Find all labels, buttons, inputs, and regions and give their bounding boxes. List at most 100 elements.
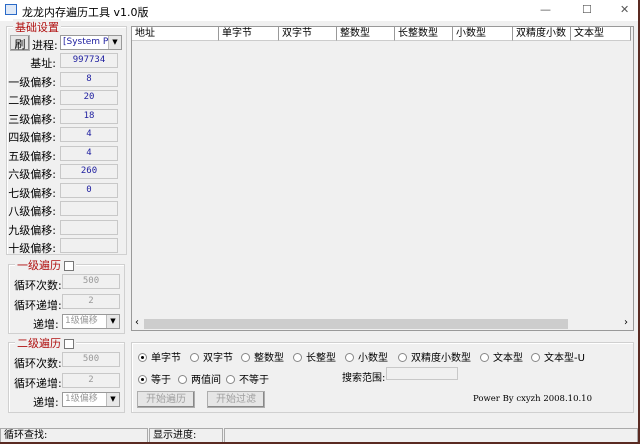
type-label: 双精度小数型	[411, 353, 471, 364]
status-loop-find: 循环查找:	[0, 428, 148, 442]
column-header[interactable]: 长整数型	[395, 27, 453, 41]
offset-label: 十级偏移:	[8, 242, 56, 255]
title-bar: 龙龙内存遍历工具 v1.0版 — ☐ ✕	[0, 0, 638, 21]
loop2-label: 二级遍历	[17, 337, 61, 350]
radio-icon	[480, 353, 489, 362]
status-progress: 显示进度:	[149, 428, 223, 442]
type-radio[interactable]: 文本型	[480, 349, 523, 364]
radio-icon	[345, 353, 354, 362]
process-value: [System Pr.	[63, 37, 114, 47]
mode-radio[interactable]: 等于	[138, 371, 171, 386]
offset-field[interactable]: 0	[60, 182, 118, 198]
type-label: 文本型-U	[544, 353, 585, 364]
radio-icon	[190, 353, 199, 362]
radio-icon	[398, 353, 407, 362]
offset-field[interactable]: 18	[60, 108, 118, 124]
results-list[interactable]: 地址 单字节 双字节 整数型 长整数型 小数型 双精度小数 文本型 ‹ ›	[131, 26, 634, 331]
loop1-count-label: 循环次数:	[14, 279, 62, 292]
minimize-button[interactable]: —	[540, 3, 551, 16]
column-header[interactable]: 小数型	[453, 27, 513, 41]
offset-field[interactable]	[60, 238, 118, 253]
offset-field[interactable]: 8	[60, 71, 118, 87]
process-label: 进程:	[32, 39, 58, 52]
offset-label: 四级偏移:	[8, 131, 56, 144]
offset-field[interactable]: 4	[60, 127, 118, 142]
type-label: 长整型	[306, 353, 336, 364]
main-window: 龙龙内存遍历工具 v1.0版 — ☐ ✕ 基础设置 刷 进程: [System …	[0, 0, 638, 442]
loop2-inc-field[interactable]: 2	[62, 373, 120, 388]
start-filter-button[interactable]: 开始过滤	[207, 391, 265, 408]
offset-field[interactable]: 260	[60, 164, 118, 179]
type-label: 单字节	[151, 353, 181, 364]
column-header[interactable]: 地址	[132, 27, 219, 41]
loop1-inc-label: 循环递增:	[14, 299, 62, 312]
loop2-count-field[interactable]: 500	[62, 352, 120, 367]
offset-field[interactable]: 997734	[60, 53, 118, 68]
refresh-button[interactable]: 刷	[10, 35, 30, 51]
radio-icon	[293, 353, 302, 362]
offset-field[interactable]: 20	[60, 90, 118, 105]
scrollbar-thumb[interactable]	[144, 319, 568, 329]
window-title: 龙龙内存遍历工具 v1.0版	[22, 6, 149, 19]
start-traverse-button[interactable]: 开始遍历	[137, 391, 195, 408]
offset-label: 基址:	[30, 57, 56, 70]
mode-label: 不等于	[239, 375, 269, 386]
radio-icon	[226, 375, 235, 384]
offset-label: 五级偏移:	[8, 149, 56, 163]
loop1-count-field[interactable]: 500	[62, 274, 120, 289]
offset-field[interactable]	[60, 201, 118, 216]
loop1-step-value: 1级偏移	[65, 316, 98, 326]
column-header[interactable]: 整数型	[337, 27, 395, 41]
loop1-step-select[interactable]: 1级偏移 ▼	[62, 314, 120, 329]
offset-label: 八级偏移:	[8, 205, 56, 218]
search-range-input[interactable]	[386, 367, 458, 380]
loop2-step-label: 递增:	[33, 396, 59, 409]
column-header[interactable]: 双字节	[279, 27, 337, 41]
column-header[interactable]: 文本型	[571, 27, 631, 41]
credit-text: Power By cxyzh 2008.10.10	[473, 394, 592, 404]
offset-label: 七级偏移:	[8, 186, 56, 200]
offset-field[interactable]: 4	[60, 145, 118, 161]
type-label: 文本型	[493, 353, 523, 364]
mode-label: 等于	[151, 375, 171, 386]
type-radio[interactable]: 整数型	[241, 349, 284, 364]
radio-icon	[241, 353, 250, 362]
process-select[interactable]: [System Pr. ▼	[60, 35, 122, 50]
radio-icon	[138, 375, 147, 384]
type-radio[interactable]: 双字节	[190, 349, 233, 364]
horizontal-scrollbar[interactable]: ‹ ›	[132, 317, 633, 330]
loop2-count-label: 循环次数:	[14, 357, 62, 370]
type-radio[interactable]: 文本型-U	[531, 349, 585, 364]
mode-radio[interactable]: 不等于	[226, 371, 269, 386]
offset-label: 六级偏移:	[8, 168, 56, 181]
column-header[interactable]: 单字节	[219, 27, 279, 41]
type-radio[interactable]: 单字节	[138, 349, 181, 364]
chevron-down-icon: ▼	[106, 393, 119, 406]
type-label: 小数型	[358, 353, 388, 364]
loop2-step-select[interactable]: 1级偏移 ▼	[62, 392, 120, 407]
type-radio[interactable]: 长整型	[293, 349, 336, 364]
column-header[interactable]: 双精度小数	[513, 27, 571, 41]
loop2-inc-label: 循环递增:	[14, 377, 62, 390]
scroll-right-icon[interactable]: ›	[624, 317, 628, 328]
offset-field[interactable]	[60, 219, 118, 235]
offset-label: 二级偏移:	[8, 94, 56, 107]
offset-label: 三级偏移:	[8, 112, 56, 126]
type-label: 双字节	[203, 353, 233, 364]
mode-radio[interactable]: 两值间	[178, 371, 221, 386]
radio-icon	[138, 353, 147, 362]
close-button[interactable]: ✕	[620, 3, 629, 16]
type-radio[interactable]: 双精度小数型	[398, 349, 471, 364]
radio-icon	[178, 375, 187, 384]
loop1-label: 一级遍历	[17, 259, 61, 272]
offset-label: 一级偏移:	[8, 75, 56, 89]
offset-label: 九级偏移:	[8, 223, 56, 237]
search-range-label: 搜索范围:	[342, 373, 386, 384]
loop2-checkbox[interactable]	[64, 339, 74, 349]
loop1-inc-field[interactable]: 2	[62, 294, 120, 309]
loop1-checkbox[interactable]	[64, 261, 74, 271]
maximize-button[interactable]: ☐	[582, 3, 592, 16]
loop2-step-value: 1级偏移	[65, 394, 98, 404]
type-radio[interactable]: 小数型	[345, 349, 388, 364]
scroll-left-icon[interactable]: ‹	[135, 317, 139, 328]
